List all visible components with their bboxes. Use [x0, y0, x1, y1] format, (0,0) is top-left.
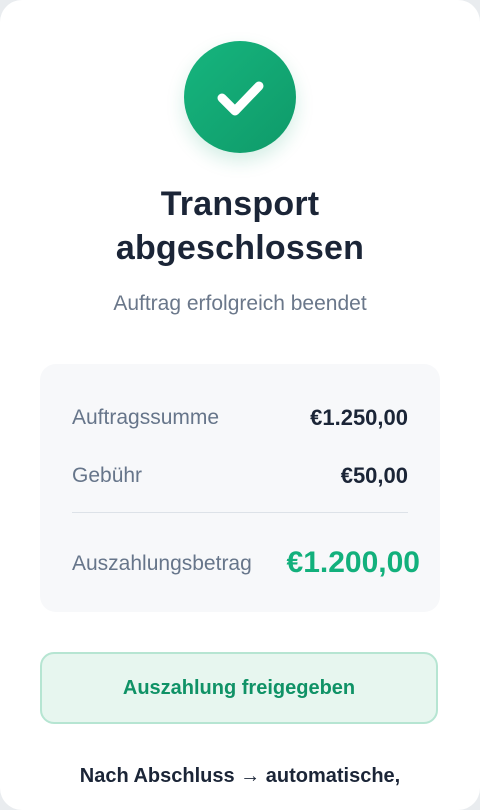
checkmark-icon — [217, 81, 264, 116]
order-total-label: Auftragssumme — [72, 406, 220, 429]
fee-value: €50,00 — [340, 463, 408, 488]
success-badge — [184, 41, 296, 153]
order-total-value: €1.250,00 — [310, 405, 408, 430]
footer-note: Nach Abschluss → automatische, — [79, 765, 401, 787]
payout-released-button[interactable]: Auszahlung freigegeben — [40, 652, 438, 724]
fee-label: Gebühr — [72, 464, 143, 487]
page-title: Transport abgeschlossen — [115, 185, 365, 267]
page-subtitle: Auftrag erfolgreich beendet — [113, 292, 367, 315]
payout-label: Auszahlungsbetrag — [72, 552, 252, 575]
summary-divider — [72, 512, 408, 513]
payment-summary: Auftragssumme €1.250,00 Gebühr €50,00 Au… — [40, 364, 440, 612]
completion-card: Transport abgeschlossen Auftrag erfolgre… — [0, 0, 480, 810]
payout-value: €1.200,00 — [286, 546, 420, 579]
